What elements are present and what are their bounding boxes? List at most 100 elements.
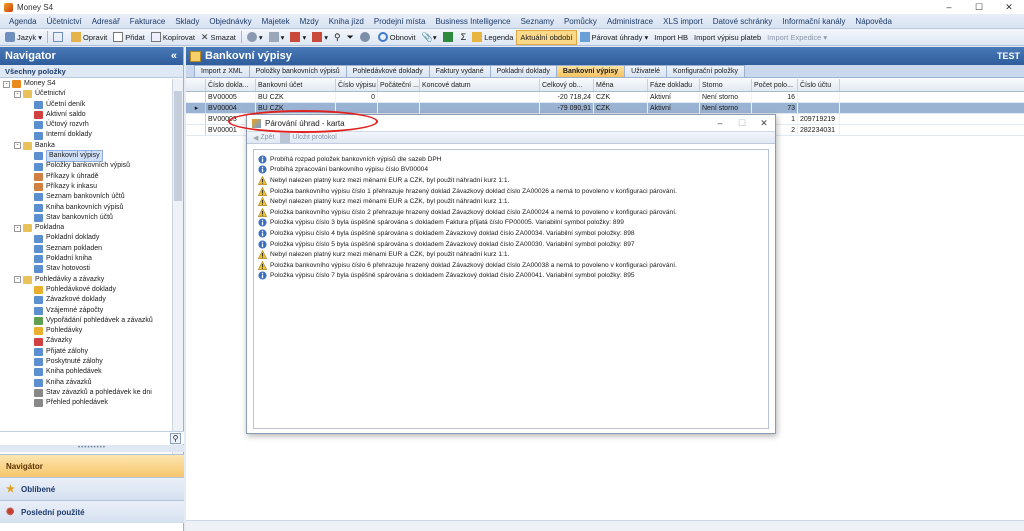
tree-item[interactable]: Účtový rozvrh [0, 120, 172, 130]
tree-item[interactable]: Kniha závazků [0, 378, 172, 388]
grid-horizontal-scrollbar[interactable] [186, 520, 1024, 531]
menu-item[interactable]: Business Intelligence [430, 17, 515, 26]
document-tab[interactable]: Pokladní doklady [489, 65, 557, 77]
collapse-navigator-icon[interactable]: « [171, 50, 177, 62]
menu-item[interactable]: Pomůcky [559, 17, 602, 26]
tree-item[interactable]: Kniha pohledávek [0, 367, 172, 377]
report-button[interactable]: ▾ [287, 30, 309, 45]
expand-toggle-icon[interactable]: - [14, 276, 21, 284]
tree-item[interactable]: Přehled pohledávek [0, 398, 172, 408]
filter-button[interactable]: ⏷ [344, 30, 357, 45]
navigator-tab-button[interactable]: Navigátor [0, 454, 184, 477]
tree-item[interactable]: Interní doklady [0, 130, 172, 140]
tree-item[interactable]: Poskytnuté zálohy [0, 357, 172, 367]
search-icon[interactable]: ⚲ [170, 433, 181, 444]
tree-item[interactable]: Příkazy k úhradě [0, 172, 172, 182]
tree-item[interactable]: Pohledávkové doklady [0, 285, 172, 295]
tree-item[interactable]: Aktivní saldo [0, 110, 172, 120]
dialog-maximize-button[interactable]: ☐ [731, 118, 753, 129]
expand-toggle-icon[interactable]: - [3, 80, 10, 88]
tree-item[interactable]: Stav hotovosti [0, 264, 172, 274]
document-tab[interactable]: Faktury vydané [428, 65, 491, 77]
tree-item[interactable]: Příkazy k inkasu [0, 182, 172, 192]
smazat-button[interactable]: ✕ Smazat [198, 30, 239, 45]
menu-item[interactable]: Informační kanály [777, 17, 850, 26]
attachment-button[interactable]: 📎 ▾ [419, 30, 440, 45]
search-button[interactable]: ⚲ [331, 30, 344, 45]
menu-item[interactable]: Účetnictví [42, 17, 87, 26]
column-header[interactable]: Koncové datum [420, 79, 540, 91]
legenda-button[interactable]: Legenda [469, 30, 516, 45]
document-tab[interactable]: Uživatelé [624, 65, 667, 77]
dialog-minimize-button[interactable]: – [709, 118, 731, 129]
tree-item[interactable]: Vypořádání pohledávek a závazků [0, 316, 172, 326]
tree-item[interactable]: Pokladní kniha [0, 254, 172, 264]
document-tab[interactable]: Import z XML [194, 65, 250, 77]
menu-item[interactable]: Datové schránky [708, 17, 778, 26]
tree-item[interactable]: Pokladní doklady [0, 233, 172, 243]
jazyk-button[interactable]: Jazyk ▾ [2, 30, 45, 45]
column-header[interactable]: Počet polo... [752, 79, 798, 91]
column-header[interactable]: Celkový ob... [540, 79, 594, 91]
ulozit-protokol-button[interactable]: Uložit protokol [277, 132, 339, 143]
settings-button[interactable] [357, 30, 375, 45]
menu-item[interactable]: XLS import [658, 17, 708, 26]
menu-item[interactable]: Nápověda [850, 17, 896, 26]
opravit-button[interactable]: Opravit [68, 30, 110, 45]
column-header[interactable]: Číslo dokla... [206, 79, 256, 91]
column-header[interactable]: Storno [700, 79, 752, 91]
import-hb-button[interactable]: Import HB [651, 30, 691, 45]
export-button[interactable]: ▾ [309, 30, 331, 45]
menu-item[interactable]: Administrace [602, 17, 658, 26]
menu-item[interactable]: Prodejní místa [369, 17, 431, 26]
pridat-button[interactable]: Přidat [110, 30, 148, 45]
tree-item[interactable]: Závazky [0, 336, 172, 346]
print-button[interactable]: ▾ [266, 30, 288, 45]
tree-item[interactable]: Účetní deník [0, 100, 172, 110]
tree-item[interactable]: Položky bankovních výpisů [0, 161, 172, 171]
tree-item[interactable]: Bankovní výpisy [0, 150, 172, 163]
column-header[interactable]: Fáze dokladu [648, 79, 700, 91]
grid-view-button[interactable] [50, 30, 68, 45]
minimize-button[interactable]: – [934, 0, 964, 14]
tree-item[interactable]: Seznam bankovních účtů [0, 192, 172, 202]
table-row[interactable]: BV00005 BU CZK 0 -20 718,24 CZK Aktivní Není s… [186, 92, 1024, 103]
tree-item[interactable]: Kniha bankovních výpisů [0, 203, 172, 213]
tree-item[interactable]: Přijaté zálohy [0, 347, 172, 357]
tree-item[interactable]: - Pokladna [0, 223, 172, 233]
menu-item[interactable]: Seznamy [516, 17, 559, 26]
column-header[interactable]: Měna [594, 79, 648, 91]
tree-item[interactable]: Seznam pokladen [0, 244, 172, 254]
document-tab[interactable]: Pohledávkové doklady [345, 65, 430, 77]
import-expedice-button[interactable]: Import Expedice ▾ [764, 30, 830, 45]
tree-item[interactable]: Vzájemné zápočty [0, 306, 172, 316]
document-tab[interactable]: Konfigurační položky [665, 65, 745, 77]
tools-button[interactable]: ▾ [244, 30, 266, 45]
aktualni-obdobi-button[interactable]: Aktuální období [516, 29, 577, 45]
tree-item[interactable]: Stav závazků a pohledávek ke dni [0, 388, 172, 398]
menu-item[interactable]: Adresář [87, 17, 125, 26]
menu-item[interactable]: Sklady [170, 17, 204, 26]
menu-item[interactable]: Majetek [257, 17, 295, 26]
document-tab[interactable]: Bankovní výpisy [555, 65, 626, 77]
dialog-close-button[interactable]: ✕ [753, 118, 775, 129]
parovat-uhrady-button[interactable]: Párovat úhrady ▾ [577, 30, 652, 45]
menu-item[interactable]: Objednávky [204, 17, 256, 26]
favorites-tab-button[interactable]: ★ Oblíbené [0, 477, 184, 500]
obnovit-button[interactable]: Obnovit [375, 30, 419, 45]
kopirovat-button[interactable]: Kopírovat [148, 30, 198, 45]
close-window-button[interactable]: ✕ [994, 0, 1024, 14]
navigator-splitter[interactable]: ••••••••• [0, 445, 184, 452]
tree-item[interactable]: - Pohledávky a závazky [0, 275, 172, 285]
document-tab[interactable]: Položky bankovních výpisů [248, 65, 347, 77]
excel-button[interactable] [440, 30, 458, 45]
column-header[interactable]: Číslo účtu [798, 79, 840, 91]
expand-toggle-icon[interactable]: - [14, 142, 21, 150]
tree-item[interactable]: Pohledávky [0, 326, 172, 336]
tree-item[interactable]: - Účetnictví [0, 89, 172, 99]
tree-item[interactable]: Stav bankovních účtů [0, 213, 172, 223]
column-header[interactable]: Bankovní účet [256, 79, 336, 91]
tree-item[interactable]: - Money S4 [0, 79, 172, 89]
menu-item[interactable]: Fakturace [125, 17, 171, 26]
import-vypisu-button[interactable]: Import výpisu plateb [691, 30, 764, 45]
